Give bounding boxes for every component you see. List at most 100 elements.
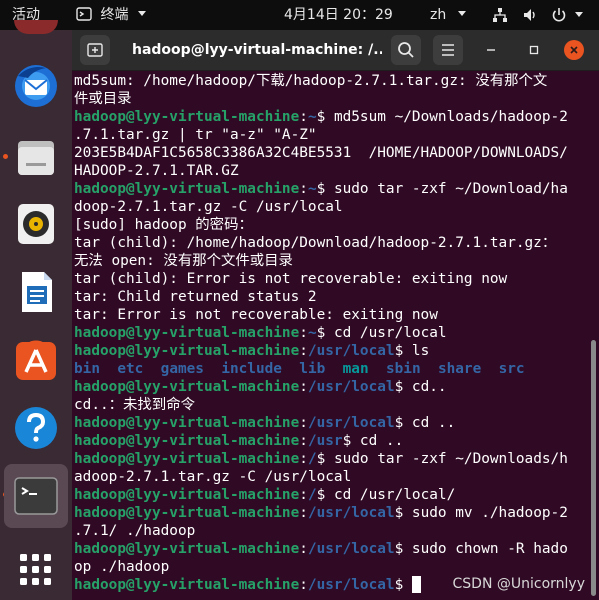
- network-icon[interactable]: [492, 7, 508, 23]
- prompt-colon: :: [299, 415, 308, 431]
- search-icon: [398, 42, 414, 58]
- files-icon[interactable]: [12, 133, 60, 181]
- prompt-colon: :: [299, 109, 308, 125]
- help-icon[interactable]: [12, 404, 60, 452]
- chevron-down-icon: [137, 11, 146, 16]
- prompt-user: hadoop@lyy-virtual-machine: [74, 577, 300, 593]
- prompt-path: /usr/local: [307, 577, 395, 593]
- new-tab-icon: [87, 43, 103, 57]
- window-title: hadoop@lyy-virtual-machine: /...: [132, 42, 382, 58]
- directory-entry: share: [437, 361, 482, 377]
- prompt-user: hadoop@lyy-virtual-machine: [74, 505, 300, 521]
- prompt-colon: :: [299, 451, 308, 467]
- menu-button[interactable]: [433, 35, 463, 65]
- prompt-user: hadoop@lyy-virtual-machine: [74, 487, 300, 503]
- prompt-dollar: $: [316, 487, 326, 503]
- prompt-colon: :: [299, 181, 308, 197]
- title-bar[interactable]: hadoop@lyy-virtual-machine: /...: [72, 30, 599, 71]
- command-text: sudo tar -zxf ~/Downloads/h: [325, 451, 568, 467]
- libreoffice-writer-icon[interactable]: [12, 268, 60, 316]
- command-text: sudo mv ./hadoop-2: [403, 505, 568, 521]
- prompt-colon: :: [299, 433, 308, 449]
- prompt-line: hadoop@lyy-virtual-machine:/usr/local$ s…: [74, 504, 586, 522]
- volume-icon[interactable]: [522, 7, 538, 23]
- hamburger-menu-icon: [442, 44, 454, 56]
- command-text: ls: [403, 343, 430, 359]
- output-line: doop-2.7.1.tar.gz -C /usr/local: [74, 199, 343, 215]
- prompt-user: hadoop@lyy-virtual-machine: [74, 343, 300, 359]
- output-line: .7.1/ ./hadoop: [74, 523, 196, 539]
- close-icon: [570, 46, 578, 54]
- prompt-dollar: $: [316, 109, 326, 125]
- minimize-button[interactable]: [481, 40, 501, 60]
- rhythmbox-icon[interactable]: [12, 200, 60, 248]
- directory-entry: etc: [117, 361, 144, 377]
- new-tab-button[interactable]: [80, 35, 110, 65]
- prompt-dollar: $: [342, 433, 352, 449]
- prompt-dollar: $: [316, 451, 326, 467]
- prompt-user: hadoop@lyy-virtual-machine: [74, 541, 300, 557]
- prompt-colon: :: [299, 577, 308, 593]
- output-line: 无法 open: 没有那个文件或目录: [74, 253, 293, 269]
- command-text: cd..: [403, 379, 447, 395]
- prompt-path: ~: [307, 109, 317, 125]
- prompt-user: hadoop@lyy-virtual-machine: [74, 181, 300, 197]
- prompt-user: hadoop@lyy-virtual-machine: [74, 109, 300, 125]
- show-apps-icon[interactable]: [12, 546, 60, 594]
- prompt-path: /: [307, 451, 317, 467]
- output-line: 件或目录: [74, 91, 132, 107]
- prompt-dollar: $: [316, 325, 326, 341]
- ls-output: bin etc games include lib man sbin share…: [74, 360, 586, 378]
- output-line: tar (child): /home/hadoop/Download/hadoo…: [74, 235, 557, 251]
- prompt-dollar: $: [394, 577, 404, 593]
- terminal-output[interactable]: md5sum: /home/hadoop/下载/hadoop-2.7.1.tar…: [74, 72, 586, 600]
- command-text: md5sum ~/Downloads/hadoop-2: [325, 109, 568, 125]
- prompt-line: hadoop@lyy-virtual-machine:/usr/local$ c…: [74, 414, 586, 432]
- prompt-path: /usr/local: [307, 505, 395, 521]
- output-line: cd..：未找到命令: [74, 397, 195, 413]
- prompt-path: /usr/local: [307, 415, 395, 431]
- app-menu-label: 终端: [100, 7, 129, 23]
- prompt-user: hadoop@lyy-virtual-machine: [74, 415, 300, 431]
- input-method-label: zh: [430, 7, 447, 23]
- prompt-line: hadoop@lyy-virtual-machine:~$ md5sum ~/D…: [74, 108, 586, 126]
- terminal-icon[interactable]: [12, 472, 60, 520]
- directory-entry: src: [498, 361, 525, 377]
- prompt-path: /usr/local: [307, 541, 395, 557]
- output-line: adoop-2.7.1.tar.gz -C /usr/local: [74, 469, 352, 485]
- clock[interactable]: 4月14日 20：29: [284, 0, 393, 30]
- close-button[interactable]: [564, 40, 584, 60]
- power-icon[interactable]: [550, 6, 568, 24]
- directory-entry: man: [342, 361, 369, 377]
- directory-entry: lib: [299, 361, 326, 377]
- scrollbar[interactable]: [591, 340, 596, 596]
- command-text: cd ..: [351, 433, 404, 449]
- minimize-icon: [487, 49, 495, 51]
- dock-partial-icon[interactable]: [14, 20, 58, 34]
- thunderbird-icon[interactable]: [12, 62, 60, 110]
- command-text: sudo tar -zxf ~/Download/ha: [325, 181, 568, 197]
- prompt-dollar: $: [316, 181, 326, 197]
- prompt-path: ~: [307, 325, 317, 341]
- maximize-button[interactable]: [524, 40, 544, 60]
- prompt-dollar: $: [394, 343, 404, 359]
- prompt-line: hadoop@lyy-virtual-machine:~$ cd /usr/lo…: [74, 324, 586, 342]
- prompt-path: /usr: [307, 433, 343, 449]
- prompt-colon: :: [299, 505, 308, 521]
- prompt-line: hadoop@lyy-virtual-machine:/$ sudo tar -…: [74, 450, 586, 468]
- app-menu[interactable]: 终端: [76, 0, 147, 30]
- prompt-path: /usr/local: [307, 343, 395, 359]
- prompt-line: hadoop@lyy-virtual-machine:/usr$ cd ..: [74, 432, 586, 450]
- app-center-icon[interactable]: [12, 336, 60, 384]
- prompt-dollar: $: [394, 541, 404, 557]
- directory-entry: games: [160, 361, 204, 377]
- output-line: 203E5B4DAF1C5658C3386A32C4BE5531 /HOME/H…: [74, 145, 568, 161]
- directory-entry: bin: [74, 361, 100, 377]
- search-button[interactable]: [391, 35, 421, 65]
- watermark: CSDN @Unicornlyy: [452, 576, 585, 592]
- chevron-down-icon[interactable]: [574, 11, 584, 19]
- directory-entry: sbin: [385, 361, 421, 377]
- prompt-line: hadoop@lyy-virtual-machine:/usr/local$ c…: [74, 378, 586, 396]
- input-method-indicator[interactable]: zh: [430, 0, 467, 30]
- prompt-colon: :: [299, 541, 308, 557]
